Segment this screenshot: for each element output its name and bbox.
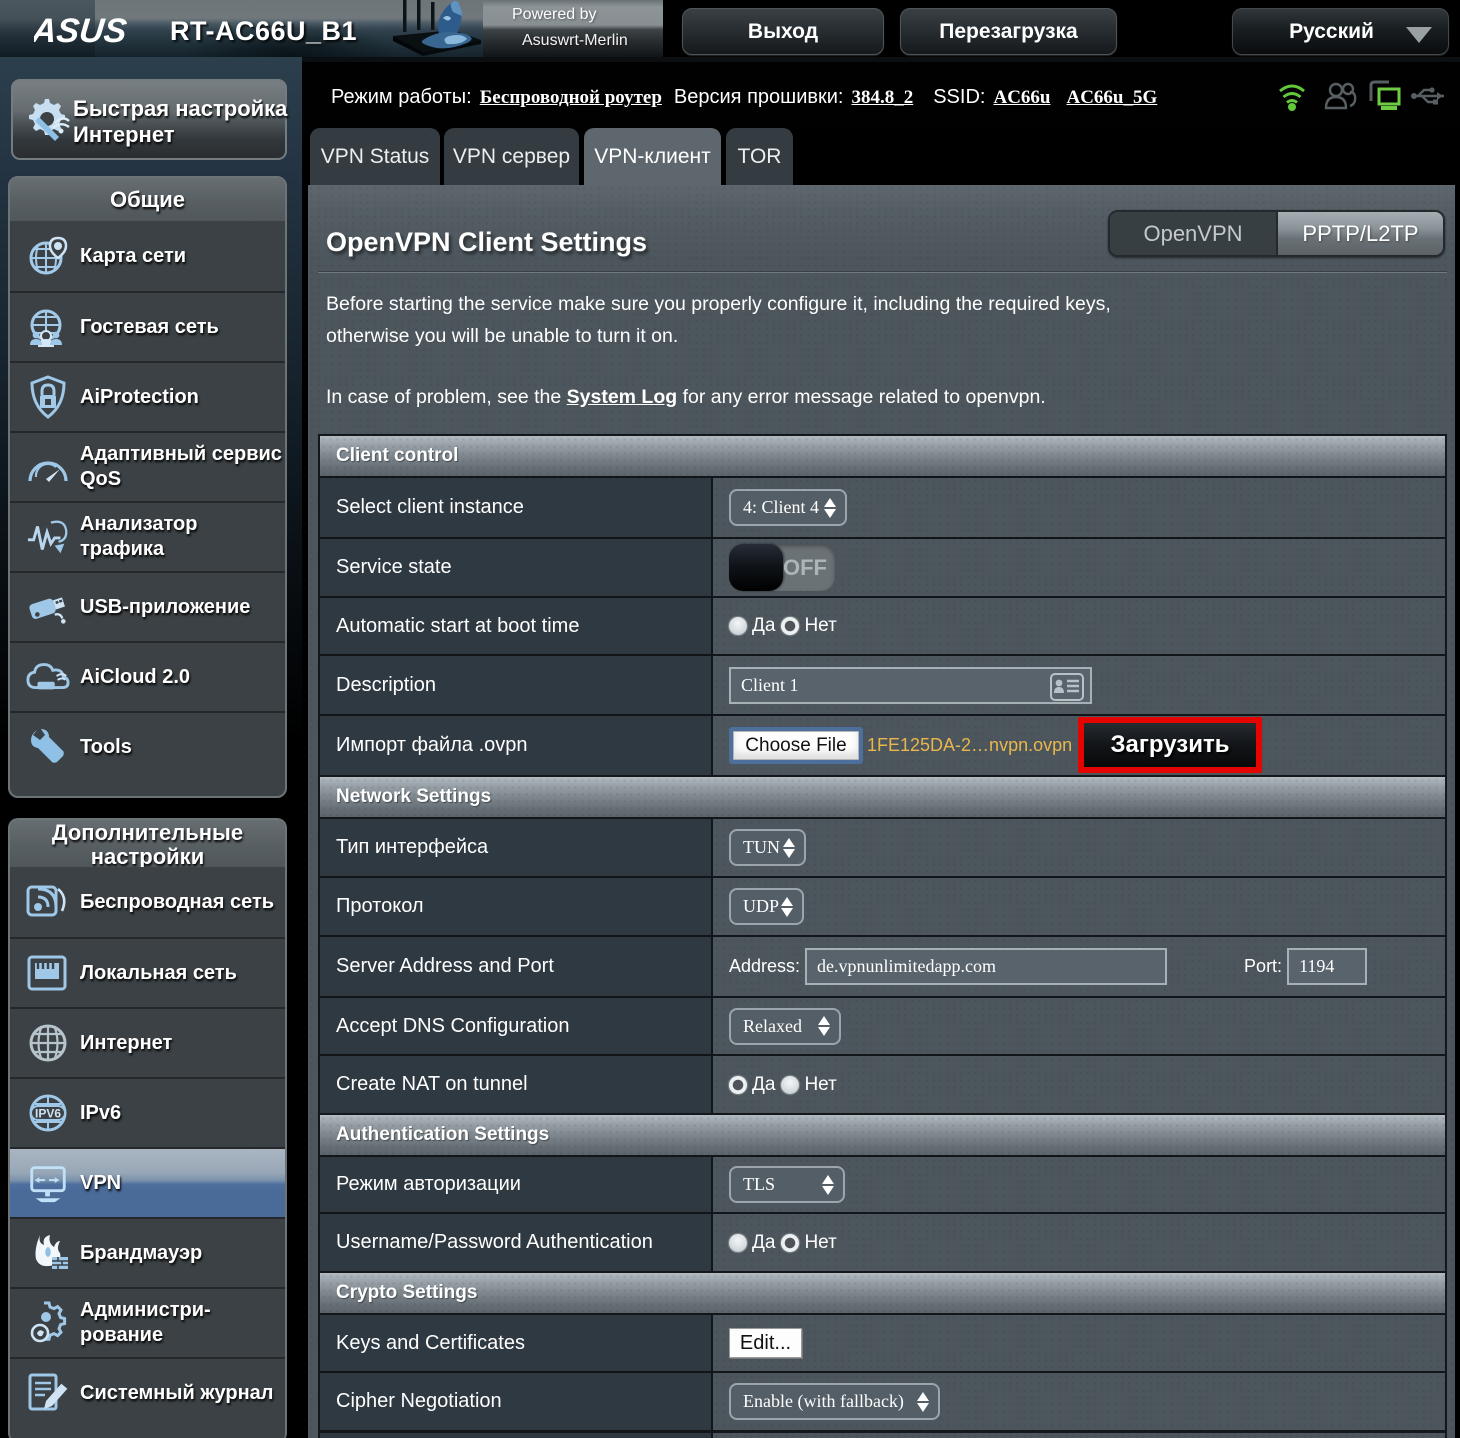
svg-text:ASUS: ASUS	[34, 13, 129, 49]
svg-text:IPV6: IPV6	[35, 1107, 61, 1121]
